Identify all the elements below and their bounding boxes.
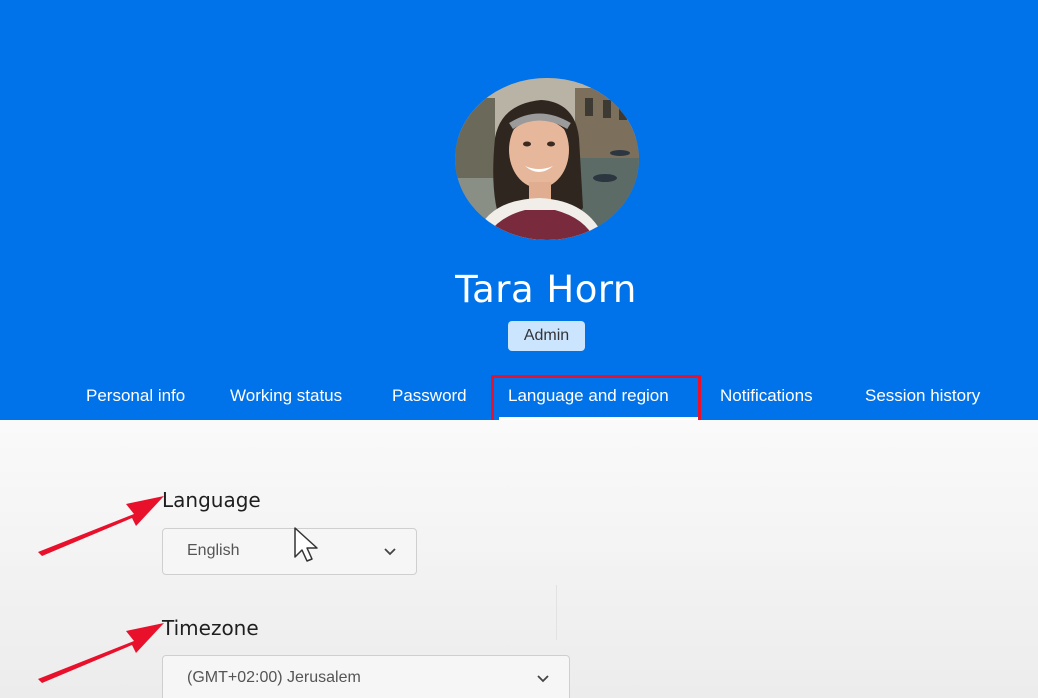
- profile-page: Tara Horn Admin Personal info Working st…: [0, 0, 1038, 698]
- language-label: Language: [162, 488, 261, 512]
- avatar-photo: [455, 78, 639, 240]
- avatar[interactable]: [455, 78, 639, 240]
- tab-working-status[interactable]: Working status: [230, 378, 342, 414]
- divider: [556, 585, 557, 640]
- language-select-value: English: [187, 542, 240, 559]
- language-select[interactable]: English: [162, 528, 417, 575]
- tab-language-and-region[interactable]: Language and region: [508, 378, 669, 414]
- user-name: Tara Horn: [455, 268, 637, 311]
- timezone-select-value: (GMT+02:00) Jerusalem: [187, 669, 361, 686]
- role-badge: Admin: [508, 321, 585, 351]
- tab-personal-info[interactable]: Personal info: [86, 378, 185, 414]
- tab-session-history[interactable]: Session history: [865, 378, 980, 414]
- timezone-select[interactable]: (GMT+02:00) Jerusalem: [162, 655, 570, 698]
- chevron-down-icon: [384, 548, 396, 556]
- annotation-arrow-icon: [38, 623, 164, 683]
- timezone-label: Timezone: [162, 616, 259, 640]
- mouse-cursor-icon: [294, 527, 318, 562]
- profile-tabs: Personal info Working status Password La…: [0, 378, 1038, 418]
- tab-notifications[interactable]: Notifications: [720, 378, 813, 414]
- tab-password[interactable]: Password: [392, 378, 467, 414]
- profile-header: Tara Horn Admin Personal info Working st…: [0, 0, 1038, 420]
- annotation-arrow-icon: [38, 496, 164, 556]
- chevron-down-icon: [537, 675, 549, 683]
